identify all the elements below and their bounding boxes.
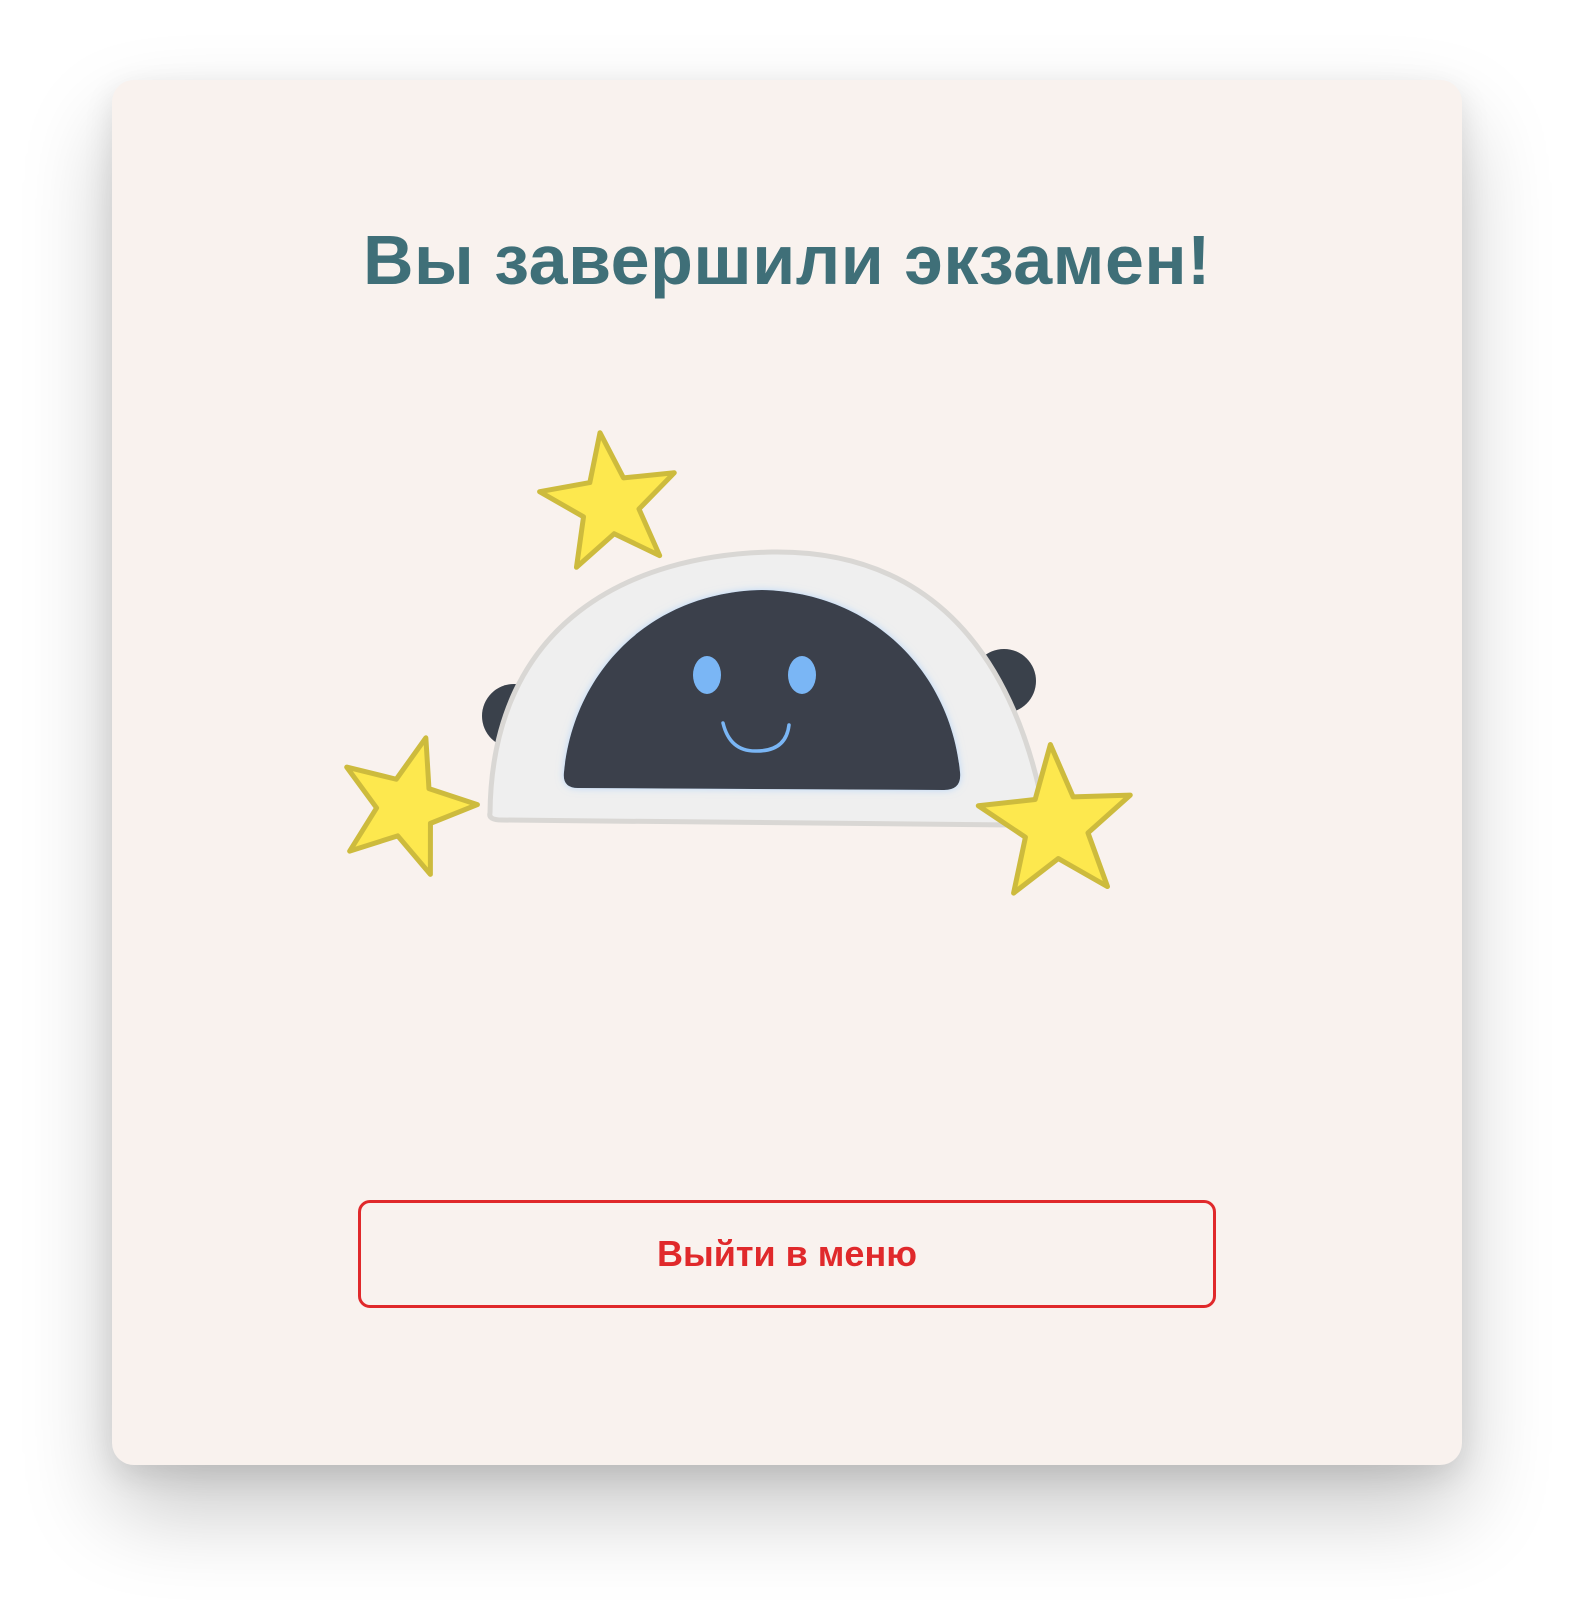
star-left <box>344 735 480 877</box>
exit-to-menu-button[interactable]: Выйти в меню <box>358 1200 1216 1308</box>
exam-complete-card: Вы завершили экзамен! Выйти в меню <box>112 80 1462 1465</box>
screen: Вы завершили экзамен! Выйти в меню <box>0 0 1570 1604</box>
star-top <box>537 430 677 570</box>
robot-right-eye <box>788 656 816 694</box>
robot-illustration <box>344 430 1133 896</box>
robot-left-eye <box>693 656 721 694</box>
